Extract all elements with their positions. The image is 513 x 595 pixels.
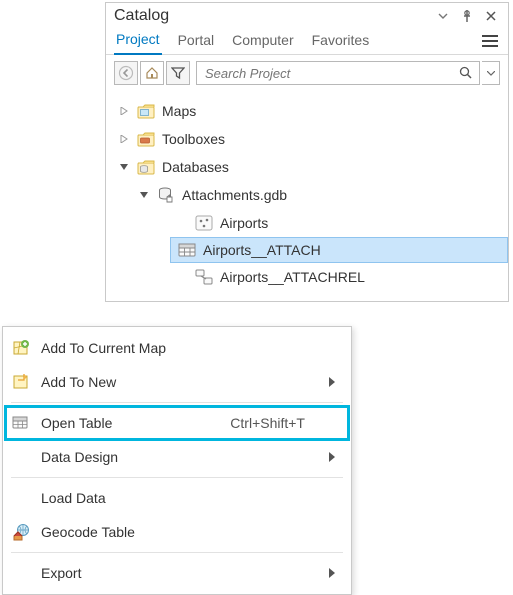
tree-label: Attachments.gdb xyxy=(182,187,287,203)
catalog-tree: Maps Toolboxes Databases xyxy=(106,91,508,301)
close-icon[interactable] xyxy=(482,7,500,25)
tab-favorites[interactable]: Favorites xyxy=(310,28,372,54)
menu-label: Add To Current Map xyxy=(41,340,315,356)
menu-label: Load Data xyxy=(41,490,315,506)
menu-separator xyxy=(11,402,343,403)
filter-icon[interactable] xyxy=(166,61,190,85)
menu-add-to-new[interactable]: Add To New xyxy=(5,365,349,399)
blank-icon xyxy=(11,447,31,467)
tab-computer[interactable]: Computer xyxy=(230,28,295,54)
menu-separator xyxy=(11,552,343,553)
back-button[interactable] xyxy=(114,61,138,85)
menu-add-to-current-map[interactable]: Add To Current Map xyxy=(5,331,349,365)
submenu-arrow-icon xyxy=(325,377,339,387)
relationship-class-icon xyxy=(194,267,214,287)
panel-tabs: Project Portal Computer Favorites xyxy=(106,27,508,55)
menu-export[interactable]: Export xyxy=(5,556,349,590)
tree-label: Toolboxes xyxy=(162,131,225,147)
menu-label: Data Design xyxy=(41,449,315,465)
tree-node-maps[interactable]: Maps xyxy=(110,97,508,125)
map-add-new-icon xyxy=(11,372,31,392)
chevron-down-icon[interactable] xyxy=(434,7,452,25)
tab-portal[interactable]: Portal xyxy=(176,28,217,54)
menu-load-data[interactable]: Load Data xyxy=(5,481,349,515)
menu-separator xyxy=(11,477,343,478)
tree-node-toolboxes[interactable]: Toolboxes xyxy=(110,125,508,153)
tree-label: Airports__ATTACH xyxy=(203,242,321,258)
tree-label: Maps xyxy=(162,103,196,119)
collapse-icon[interactable] xyxy=(118,161,130,173)
tree-node-attach-table[interactable]: Airports__ATTACH xyxy=(170,237,508,263)
point-featureclass-icon xyxy=(194,213,214,233)
submenu-arrow-icon xyxy=(325,452,339,462)
search-input[interactable] xyxy=(203,63,455,83)
open-table-icon xyxy=(11,413,31,433)
search-icon[interactable] xyxy=(455,62,477,84)
submenu-arrow-icon xyxy=(325,568,339,578)
pin-icon[interactable] xyxy=(458,7,476,25)
globe-house-icon xyxy=(11,522,31,542)
tree-label: Databases xyxy=(162,159,229,175)
panel-title: Catalog xyxy=(114,7,428,25)
menu-label: Export xyxy=(41,565,315,581)
blank-icon xyxy=(11,563,31,583)
expand-icon[interactable] xyxy=(118,133,130,145)
home-icon[interactable] xyxy=(140,61,164,85)
tree-node-attachrel[interactable]: Airports__ATTACHREL xyxy=(110,263,508,291)
folder-maps-icon xyxy=(136,101,156,121)
map-add-icon xyxy=(11,338,31,358)
folder-toolboxes-icon xyxy=(136,129,156,149)
panel-toolbar xyxy=(106,55,508,91)
hamburger-menu-icon[interactable] xyxy=(480,31,500,51)
tree-node-airports[interactable]: Airports xyxy=(110,209,508,237)
folder-databases-icon xyxy=(136,157,156,177)
menu-label: Geocode Table xyxy=(41,524,315,540)
table-icon xyxy=(177,240,197,260)
menu-shortcut: Ctrl+Shift+T xyxy=(230,415,305,431)
menu-data-design[interactable]: Data Design xyxy=(5,440,349,474)
geodatabase-icon xyxy=(156,185,176,205)
menu-label: Open Table xyxy=(41,415,220,431)
collapse-icon[interactable] xyxy=(138,189,150,201)
tree-label: Airports__ATTACHREL xyxy=(220,269,365,285)
menu-label: Add To New xyxy=(41,374,315,390)
menu-geocode-table[interactable]: Geocode Table xyxy=(5,515,349,549)
tree-node-databases[interactable]: Databases xyxy=(110,153,508,181)
tree-node-gdb[interactable]: Attachments.gdb xyxy=(110,181,508,209)
expand-icon[interactable] xyxy=(118,105,130,117)
tab-project[interactable]: Project xyxy=(114,27,162,55)
search-input-wrapper xyxy=(196,61,480,85)
context-menu: Add To Current Map Add To New Open Table… xyxy=(2,326,352,595)
menu-open-table[interactable]: Open Table Ctrl+Shift+T xyxy=(5,406,349,440)
panel-header: Catalog xyxy=(106,3,508,27)
blank-icon xyxy=(11,488,31,508)
search-dropdown-button[interactable] xyxy=(482,61,500,85)
catalog-panel: Catalog Project Portal Computer Favorite… xyxy=(105,2,509,302)
tree-label: Airports xyxy=(220,215,268,231)
